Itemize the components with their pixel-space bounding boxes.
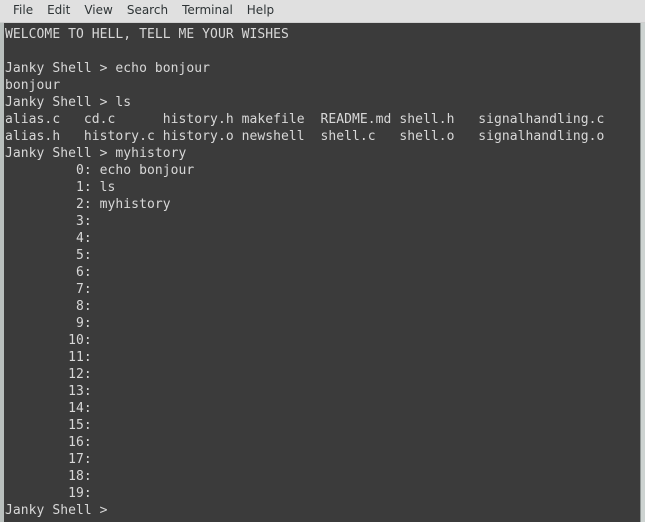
terminal-line: 6: — [5, 265, 92, 280]
terminal-line: 19: — [5, 486, 92, 501]
terminal-line: 0: echo bonjour — [5, 163, 195, 178]
terminal-line: 14: — [5, 401, 92, 416]
menu-item-edit[interactable]: Edit — [40, 2, 77, 20]
terminal-line: 3: — [5, 214, 92, 229]
terminal-line: WELCOME TO HELL, TELL ME YOUR WISHES — [5, 27, 289, 42]
terminal-line: Janky Shell > ls — [5, 95, 132, 110]
terminal-line: 8: — [5, 299, 92, 314]
terminal-line: 12: — [5, 367, 92, 382]
terminal-line: alias.c cd.c history.h makefile README.m… — [5, 112, 605, 127]
terminal-line: 10: — [5, 333, 92, 348]
terminal-scrollbar[interactable] — [640, 23, 645, 522]
menu-bar: File Edit View Search Terminal Help — [0, 0, 645, 23]
terminal-line: 5: — [5, 248, 92, 263]
terminal-line: 13: — [5, 384, 92, 399]
terminal-line: 4: — [5, 231, 92, 246]
terminal-line: 15: — [5, 418, 92, 433]
menu-item-file[interactable]: File — [6, 2, 40, 20]
terminal-line: Janky Shell > myhistory — [5, 146, 187, 161]
terminal-line: alias.h history.c history.o newshell she… — [5, 129, 605, 144]
menu-item-terminal[interactable]: Terminal — [175, 2, 240, 20]
terminal-line: Janky Shell > — [5, 503, 116, 518]
terminal-line: 7: — [5, 282, 92, 297]
terminal-line: 1: ls — [5, 180, 116, 195]
terminal-window: File Edit View Search Terminal Help WELC… — [0, 0, 645, 522]
terminal-line: 2: myhistory — [5, 197, 171, 212]
terminal-line: 18: — [5, 469, 92, 484]
terminal-line: Janky Shell > echo bonjour — [5, 61, 211, 76]
terminal-line: 9: — [5, 316, 92, 331]
terminal-line: 17: — [5, 452, 92, 467]
terminal-area: WELCOME TO HELL, TELL ME YOUR WISHES Jan… — [0, 23, 645, 522]
terminal-output: WELCOME TO HELL, TELL ME YOUR WISHES Jan… — [4, 23, 640, 519]
terminal-screen[interactable]: WELCOME TO HELL, TELL ME YOUR WISHES Jan… — [4, 23, 640, 522]
menu-item-help[interactable]: Help — [240, 2, 281, 20]
terminal-line: 11: — [5, 350, 92, 365]
terminal-line: bonjour — [5, 78, 61, 93]
terminal-line: 16: — [5, 435, 92, 450]
menu-item-search[interactable]: Search — [120, 2, 175, 20]
menu-item-view[interactable]: View — [77, 2, 119, 20]
